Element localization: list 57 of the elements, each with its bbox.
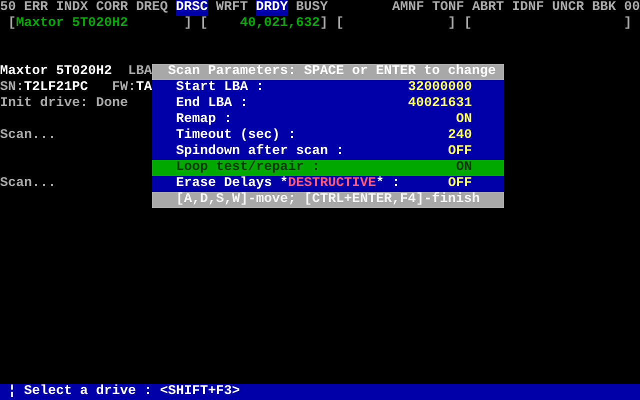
parameter-row[interactable]: Erase Delays *DESTRUCTIVE* : OFF [152, 176, 504, 192]
parameter-label: Timeout (sec) : [176, 128, 296, 144]
status-flag-label: ERR [24, 0, 48, 16]
parameter-value: 240 [448, 128, 472, 144]
parameter-label: Start LBA : [176, 80, 264, 96]
status-flag-label: 50 [0, 0, 16, 16]
parameter-row[interactable]: Timeout (sec) : 240 [152, 128, 504, 144]
parameter-label: Spindown after scan : [176, 144, 344, 160]
parameter-label: Remap : [176, 112, 232, 128]
parameter-value: ON [456, 112, 472, 128]
status-flag-label: TONF [432, 0, 464, 16]
status-flag-label: INDX [56, 0, 88, 16]
parameter-value: 32000000 [408, 80, 472, 96]
bracket-mark: ] [184, 16, 192, 32]
status-flag-label: IDNF [512, 0, 544, 16]
log-text: Init drive: Done [0, 96, 128, 112]
status-flag-label: DREQ [136, 0, 168, 16]
status-flag-label: 00 [624, 0, 640, 16]
bracket-mark: [ [8, 16, 16, 32]
parameter-label: Erase Delays *DESTRUCTIVE* : [176, 176, 400, 192]
log-text: Scan... [0, 176, 56, 192]
status-flag-label: DRDY [256, 0, 288, 16]
bracket-mark: [ [200, 16, 208, 32]
bracket-mark: [ [336, 16, 344, 32]
log-text: LBA [128, 64, 152, 80]
bracket-mark: ] [320, 16, 328, 32]
parameter-row[interactable]: End LBA : 40021631 [152, 96, 504, 112]
status-flag-label: WRFT [216, 0, 248, 16]
parameter-label: End LBA : [176, 96, 248, 112]
bracket-mark: [ [464, 16, 472, 32]
bracket-mark: ] [624, 16, 632, 32]
status-flag-label: BUSY [296, 0, 328, 16]
parameter-row[interactable]: Spindown after scan : OFF [152, 144, 504, 160]
status-flag-label: BBK [592, 0, 616, 16]
parameter-value: OFF [448, 176, 472, 192]
drive-model: Maxtor 5T020H2 [16, 16, 128, 31]
parameter-row[interactable]: Start LBA : 32000000 [152, 80, 504, 96]
status-flag-label: CORR [96, 0, 128, 16]
log-text: Scan... [0, 128, 56, 144]
drive-capacity: 40,021,632 [240, 16, 320, 31]
status-flag-label: AMNF [392, 0, 424, 16]
parameter-value: 40021631 [408, 96, 472, 112]
status-flag-label: DRSC [176, 0, 208, 16]
bracket-mark: ] [448, 16, 456, 32]
status-flag-label: ABRT [472, 0, 504, 16]
dialog-title: Scan Parameters: SPACE or ENTER to change [152, 64, 504, 80]
status-flag-label: UNCR [552, 0, 584, 16]
parameter-label: Loop test/repair : [176, 160, 320, 176]
key-hint: [A,D,S,W]-move; [CTRL+ENTER,F4]-finish [152, 192, 504, 208]
drive-info: SN:T2LF21PC [0, 80, 88, 96]
parameter-row[interactable]: Loop test/repair : ON [152, 160, 504, 176]
parameter-value: ON [456, 160, 472, 176]
parameter-row[interactable]: Remap : ON [152, 112, 504, 128]
parameter-value: OFF [448, 144, 472, 160]
status-text: ¦ Select a drive : <SHIFT+F3> [8, 384, 240, 399]
drive-name: Maxtor 5T020H2 [0, 64, 112, 80]
drive-info: FW:TA [112, 80, 152, 96]
